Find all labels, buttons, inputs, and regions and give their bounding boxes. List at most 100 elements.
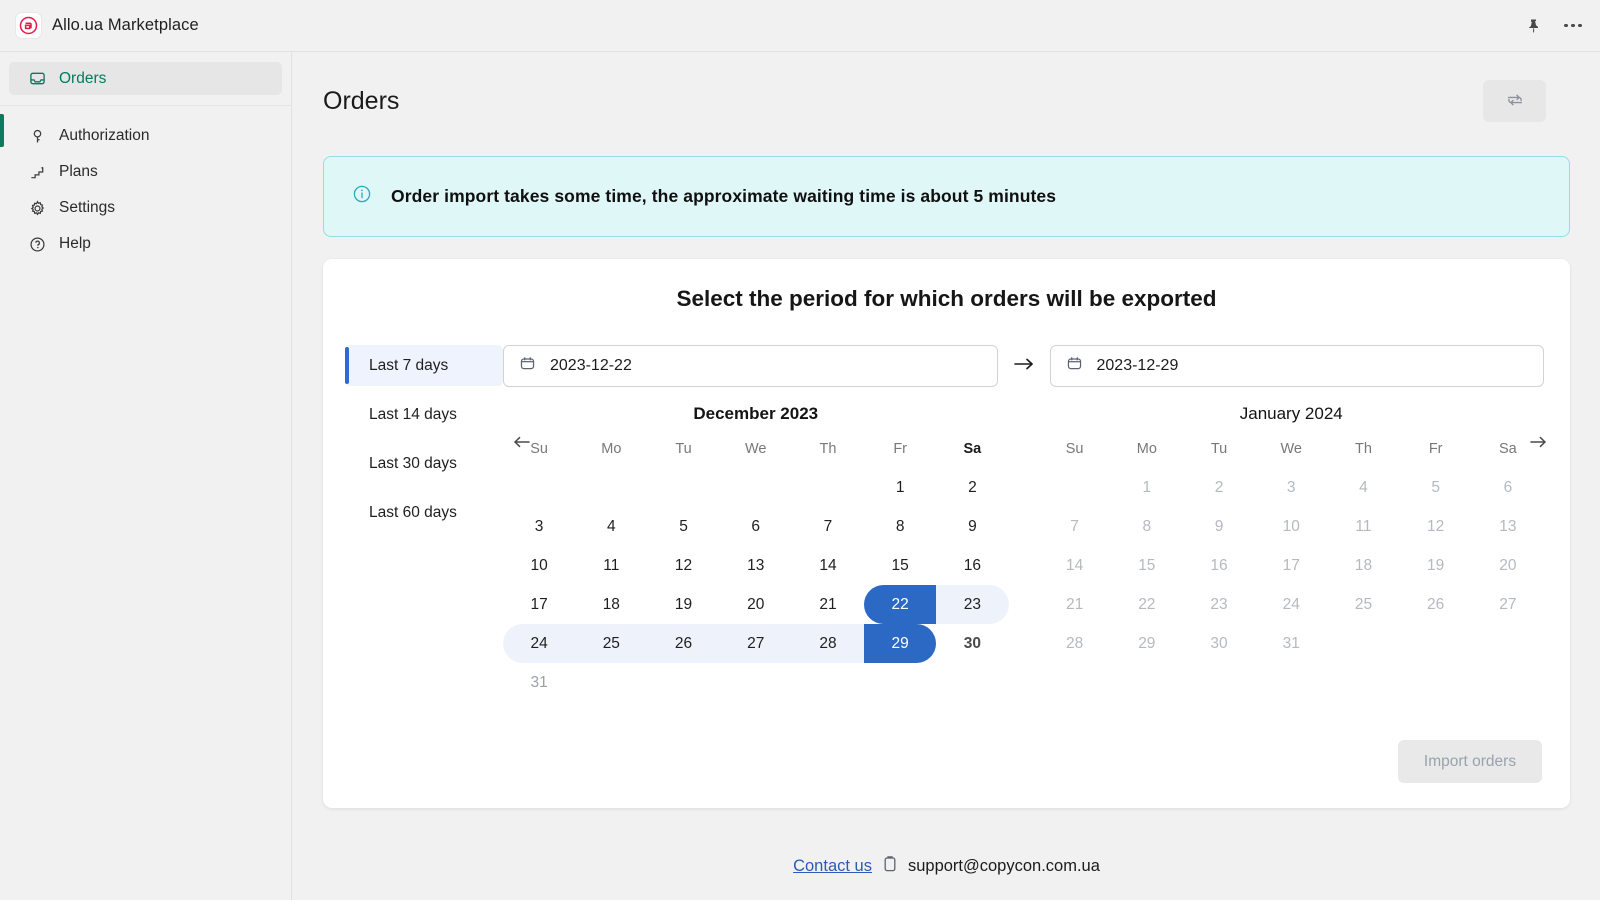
sidebar-item-label: Authorization [59, 127, 150, 144]
day-cell[interactable]: 10 [503, 546, 575, 585]
day-cell-range-start[interactable]: 22 [864, 585, 937, 624]
day-cell-disabled: 24 [1255, 585, 1327, 624]
app-title: Allo.ua Marketplace [52, 16, 199, 34]
day-number: 16 [963, 556, 982, 574]
day-number: 1 [1142, 478, 1152, 496]
calendar-january: January 2024 Su Mo Tu We Th Fr Sa 1 2 3 … [1039, 404, 1546, 702]
prev-month-button[interactable] [509, 432, 533, 456]
weekday: Tu [675, 441, 692, 457]
day-number: 11 [1355, 517, 1372, 535]
day-cell[interactable]: 11 [575, 546, 647, 585]
refresh-sync-icon [1505, 90, 1525, 113]
day-cell-disabled: 21 [1039, 585, 1111, 624]
day-cell-disabled: 10 [1255, 507, 1327, 546]
day-cell[interactable]: 6 [720, 507, 792, 546]
day-number: 22 [1138, 595, 1156, 613]
day-cell[interactable]: 7 [792, 507, 864, 546]
next-month-button[interactable] [1526, 432, 1550, 456]
day-number: 8 [895, 517, 905, 535]
calendar-icon [519, 355, 536, 377]
pin-icon[interactable] [1522, 15, 1544, 37]
day-cell-in-range[interactable]: 28 [791, 624, 865, 663]
preset-last-60-days[interactable]: Last 60 days [345, 492, 503, 533]
refresh-button[interactable] [1483, 80, 1546, 122]
day-number: 23 [963, 595, 982, 613]
month-label: December 2023 [693, 404, 819, 423]
card-footer: Import orders [1398, 740, 1542, 783]
day-number: 13 [1499, 517, 1517, 535]
stairs-icon [28, 163, 46, 181]
day-number: 12 [1427, 517, 1445, 535]
day-number: 16 [1210, 556, 1228, 574]
inbox-icon [28, 70, 46, 88]
preset-last-7-days[interactable]: Last 7 days [345, 345, 503, 386]
day-cell-in-range[interactable]: 24 [503, 624, 576, 663]
day-cell[interactable]: 20 [720, 585, 792, 624]
day-cell-empty [864, 663, 936, 702]
sidebar-item-label: Help [59, 235, 91, 252]
day-cell-in-range[interactable]: 26 [647, 624, 720, 663]
day-cell-disabled: 20 [1472, 546, 1544, 585]
day-number: 1 [895, 478, 905, 496]
day-cell-range-end[interactable]: 29 [864, 624, 937, 663]
contact-us-link[interactable]: Contact us [793, 857, 872, 876]
clipboard-copy-icon[interactable] [882, 855, 898, 878]
day-cell[interactable]: 31 [503, 663, 575, 702]
sidebar-item-help[interactable]: Help [9, 226, 282, 262]
day-number: 8 [1142, 517, 1152, 535]
start-date-input[interactable]: 2023-12-22 [503, 345, 998, 387]
day-cell[interactable]: 2 [936, 468, 1008, 507]
day-cell-disabled: 11 [1327, 507, 1399, 546]
day-cell-disabled: 5 [1400, 468, 1472, 507]
day-number: 26 [1427, 595, 1445, 613]
day-cell-in-range[interactable]: 25 [575, 624, 648, 663]
day-cell[interactable]: 3 [503, 507, 575, 546]
page-footer: Contact us support@copycon.com.ua [293, 855, 1600, 878]
day-cell-empty [647, 468, 719, 507]
day-cell[interactable]: 18 [575, 585, 647, 624]
day-cell[interactable]: 15 [864, 546, 936, 585]
day-number: 15 [1138, 556, 1156, 574]
calendar-icon [1066, 355, 1083, 377]
day-number: 22 [891, 595, 909, 613]
preset-last-30-days[interactable]: Last 30 days [345, 443, 503, 484]
sidebar-item-orders[interactable]: Orders [9, 62, 282, 95]
day-cell-in-range[interactable]: 23 [936, 585, 1009, 624]
day-cell[interactable]: 19 [647, 585, 719, 624]
day-number: 7 [1070, 517, 1079, 535]
day-cell[interactable]: 13 [720, 546, 792, 585]
day-cell-disabled: 15 [1111, 546, 1183, 585]
sidebar-item-plans[interactable]: Plans [9, 154, 282, 190]
day-number: 19 [674, 595, 693, 613]
day-cell[interactable]: 4 [575, 507, 647, 546]
day-number: 11 [603, 556, 620, 574]
arrow-right-icon [1529, 435, 1548, 454]
day-cell[interactable]: 8 [864, 507, 936, 546]
day-number: 9 [968, 517, 977, 535]
day-cell[interactable]: 17 [503, 585, 575, 624]
day-number: 29 [1138, 634, 1156, 652]
preset-last-14-days[interactable]: Last 14 days [345, 394, 503, 435]
day-cell-in-range[interactable]: 27 [719, 624, 793, 663]
sidebar-item-authorization[interactable]: Authorization [9, 118, 282, 154]
more-ellipsis-icon[interactable] [1562, 15, 1584, 37]
import-orders-button[interactable]: Import orders [1398, 740, 1542, 783]
day-number: 10 [530, 556, 548, 574]
day-cell-disabled: 7 [1039, 507, 1111, 546]
end-date-input[interactable]: 2023-12-29 [1049, 345, 1544, 387]
day-cell[interactable]: 9 [936, 507, 1008, 546]
day-cell[interactable]: 14 [792, 546, 864, 585]
day-cell-today[interactable]: 30 [936, 624, 1008, 663]
question-circle-icon [28, 235, 46, 253]
day-number: 3 [534, 517, 544, 535]
day-cell[interactable]: 1 [864, 468, 936, 507]
sidebar-item-label: Settings [59, 199, 116, 216]
day-cell[interactable]: 5 [647, 507, 719, 546]
day-cell[interactable]: 16 [936, 546, 1008, 585]
day-cell[interactable]: 12 [647, 546, 719, 585]
day-number: 15 [891, 556, 909, 574]
day-cell-empty [1472, 624, 1544, 663]
sidebar-item-settings[interactable]: Settings [9, 190, 282, 226]
day-number: 9 [1214, 517, 1224, 535]
day-cell[interactable]: 21 [792, 585, 864, 624]
